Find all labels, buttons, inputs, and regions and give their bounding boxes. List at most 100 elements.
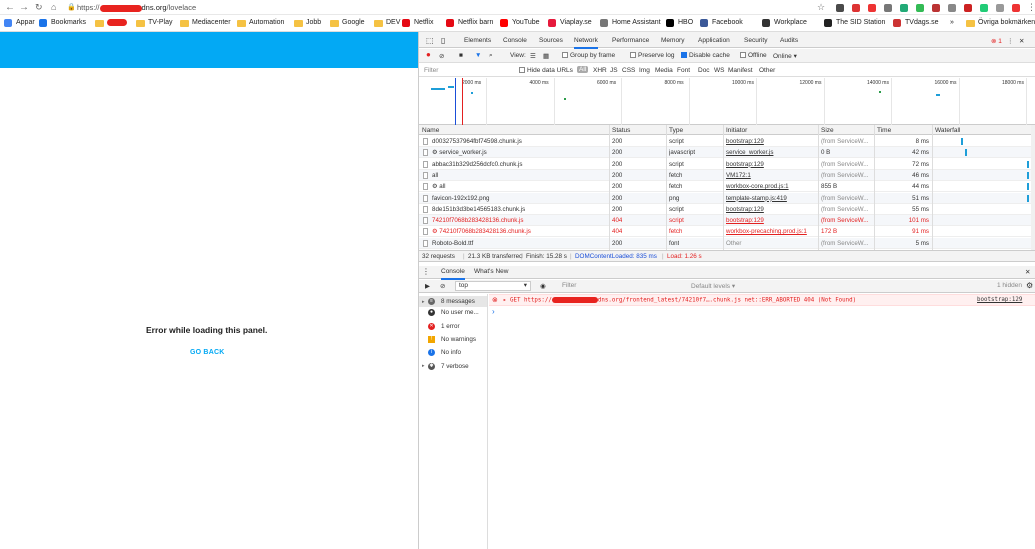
extension-icon[interactable] xyxy=(996,4,1004,12)
extension-icon[interactable] xyxy=(964,4,972,12)
filter-type-ws[interactable]: WS xyxy=(714,67,724,74)
record-icon[interactable]: ● xyxy=(426,50,431,59)
tab-elements[interactable]: Elements xyxy=(464,37,491,44)
message-source-link[interactable]: bootstrap:129 xyxy=(977,297,1022,303)
cell-initiator[interactable]: VM172:1 xyxy=(726,172,816,179)
offline-checkbox[interactable]: Offline xyxy=(740,52,767,59)
drawer-menu-icon[interactable]: ⋮ xyxy=(422,267,430,276)
column-header-type[interactable]: Type xyxy=(669,127,683,134)
overview-icon[interactable]: ▦ xyxy=(543,52,549,60)
table-row[interactable]: 74210f7068b283428136.chunk.js 404 script bo… xyxy=(419,215,1035,227)
drawer-tab-console[interactable]: Console xyxy=(441,268,465,280)
tab-memory[interactable]: Memory xyxy=(661,37,684,44)
cell-initiator[interactable]: service_worker.js xyxy=(726,149,816,156)
bookmark-facebook[interactable]: Facebook xyxy=(712,19,743,26)
table-row[interactable]: 8de151b3d3be14565183.chunk.js 200 script bo… xyxy=(419,204,1035,215)
bookmark-star-icon[interactable]: ☆ xyxy=(817,2,825,13)
bookmark-bookmarks[interactable]: Bookmarks xyxy=(51,19,86,26)
bookmark--vriga-bokm-rken[interactable]: Övriga bokmärken xyxy=(978,19,1035,26)
bookmark-mediacenter[interactable]: Mediacenter xyxy=(192,19,231,26)
bookmark-tvdags-se[interactable]: TVdags.se xyxy=(905,19,938,26)
extension-icon[interactable] xyxy=(916,4,924,12)
go-back-button[interactable]: GO BACK xyxy=(190,349,224,356)
drawer-close-icon[interactable]: ✕ xyxy=(1025,268,1030,276)
bookmark-google[interactable]: Google xyxy=(342,19,365,26)
more-icon[interactable]: ⋮ xyxy=(1007,37,1014,45)
sidebar-toggle-icon[interactable]: ▶ xyxy=(425,282,430,290)
table-scrollbar[interactable] xyxy=(1031,125,1035,250)
extension-icon[interactable] xyxy=(868,4,876,12)
back-icon[interactable]: ← xyxy=(5,2,15,13)
menu-icon[interactable]: ⋮ xyxy=(1027,2,1035,13)
cell-initiator[interactable]: workbox-core.prod.js:1 xyxy=(726,183,816,190)
camera-icon[interactable]: ■ xyxy=(459,52,463,59)
forward-icon[interactable]: → xyxy=(19,2,29,13)
group-by-frame-checkbox[interactable]: Group by frame xyxy=(562,52,615,59)
console-filter-error[interactable]: ✕ 1 error xyxy=(422,322,460,330)
column-header-initiator[interactable]: Initiator xyxy=(726,127,747,134)
console-filter-warning[interactable]: ! No warnings xyxy=(422,335,476,343)
extension-icon[interactable] xyxy=(948,4,956,12)
list-view-icon[interactable]: ☰ xyxy=(530,52,536,60)
bookmark-jobb[interactable]: Jobb xyxy=(306,19,321,26)
console-error-message[interactable]: ⊗ ▸ GET https:// dns.org/frontend_latest/… xyxy=(489,294,1035,306)
filter-type-other[interactable]: Other xyxy=(759,67,775,74)
column-header-status[interactable]: Status xyxy=(612,127,630,134)
bookmark-tv-play[interactable]: TV-Play xyxy=(148,19,173,26)
column-header-waterfall[interactable]: Waterfall xyxy=(935,127,960,134)
bookmark-home-assistant[interactable]: Home Assistant xyxy=(612,19,661,26)
table-row[interactable]: ⚙ service_worker.js 200 javascript service_… xyxy=(419,147,1035,159)
search-icon[interactable]: ⌕ xyxy=(489,52,493,60)
cell-initiator[interactable]: bootstrap:129 xyxy=(726,206,816,213)
bookmark-viaplay-se[interactable]: Viaplay.se xyxy=(560,19,592,26)
bookmark-dev[interactable]: DEV xyxy=(386,19,400,26)
table-row[interactable]: all 200 fetch VM172:1 (from ServiceW... 46 ms xyxy=(419,169,1035,181)
console-filter-info[interactable]: i No info xyxy=(422,349,461,357)
drawer-tab-whats-new[interactable]: What's New xyxy=(474,268,508,275)
tab-security[interactable]: Security xyxy=(744,37,767,44)
cell-initiator[interactable]: template-stamp.js:419 xyxy=(726,195,816,202)
filter-type-doc[interactable]: Doc xyxy=(698,67,710,74)
column-header-name[interactable]: Name xyxy=(422,127,439,134)
column-header-time[interactable]: Time xyxy=(877,127,891,134)
extension-icon[interactable] xyxy=(1012,4,1020,12)
context-select[interactable]: top ▾ xyxy=(455,281,531,291)
console-filter-bug[interactable]: ▸ ✱ 7 verbose xyxy=(422,362,469,370)
extension-icon[interactable] xyxy=(852,4,860,12)
cell-initiator[interactable]: workbox-precaching.prod.js:1 xyxy=(726,228,816,235)
reload-icon[interactable]: ↻ xyxy=(35,2,43,13)
cell-initiator[interactable]: Other xyxy=(726,240,816,247)
filter-type-css[interactable]: CSS xyxy=(622,67,635,74)
table-row[interactable]: ⚙ 74210f7068b283428136.chunk.js 404 fetch w… xyxy=(419,226,1035,238)
disable-cache-checkbox[interactable]: Disable cache xyxy=(681,52,730,59)
close-icon[interactable]: ✕ xyxy=(1019,37,1024,45)
bookmark-workplace[interactable]: Workplace xyxy=(774,19,807,26)
tab-network[interactable]: Network xyxy=(574,37,598,49)
clear-icon[interactable]: ⊘ xyxy=(439,52,444,60)
filter-type-js[interactable]: JS xyxy=(610,67,618,74)
device-toolbar-icon[interactable]: ▯ xyxy=(441,36,445,45)
cell-initiator[interactable]: bootstrap:129 xyxy=(726,138,816,145)
bookmark--[interactable]: » xyxy=(950,19,954,26)
throttling-select[interactable]: Online ▾ xyxy=(773,52,797,60)
bookmark-appar[interactable]: Appar xyxy=(16,19,35,26)
eye-icon[interactable]: ◉ xyxy=(540,282,546,290)
bookmark-netflix-barn[interactable]: Netflix barn xyxy=(458,19,493,26)
filter-type-img[interactable]: Img xyxy=(639,67,650,74)
extension-icon[interactable] xyxy=(836,4,844,12)
tab-sources[interactable]: Sources xyxy=(539,37,563,44)
log-levels-select[interactable]: Default levels ▾ xyxy=(691,282,735,290)
console-prompt[interactable]: › xyxy=(492,307,495,316)
console-filter-user[interactable]: ● No user me... xyxy=(422,309,479,317)
hide-data-urls-checkbox[interactable]: Hide data URLs xyxy=(519,67,573,74)
extension-icon[interactable] xyxy=(932,4,940,12)
bookmark-hbo[interactable]: HBO xyxy=(678,19,693,26)
table-row[interactable]: Roboto-Bold.ttf 200 font Other (from Service… xyxy=(419,237,1035,249)
bookmark-netflix[interactable]: Netflix xyxy=(414,19,433,26)
bookmark-the-sid-station[interactable]: The SID Station xyxy=(836,19,885,26)
filter-icon[interactable]: ▼ xyxy=(475,52,481,59)
table-row[interactable]: d00327537964fbf74598.chunk.js 200 script bo… xyxy=(419,136,1035,147)
console-filter-list[interactable]: ▸ ≡ 8 messages xyxy=(419,296,487,307)
cell-initiator[interactable]: bootstrap:129 xyxy=(726,161,816,168)
bookmark-automation[interactable]: Automation xyxy=(249,19,284,26)
